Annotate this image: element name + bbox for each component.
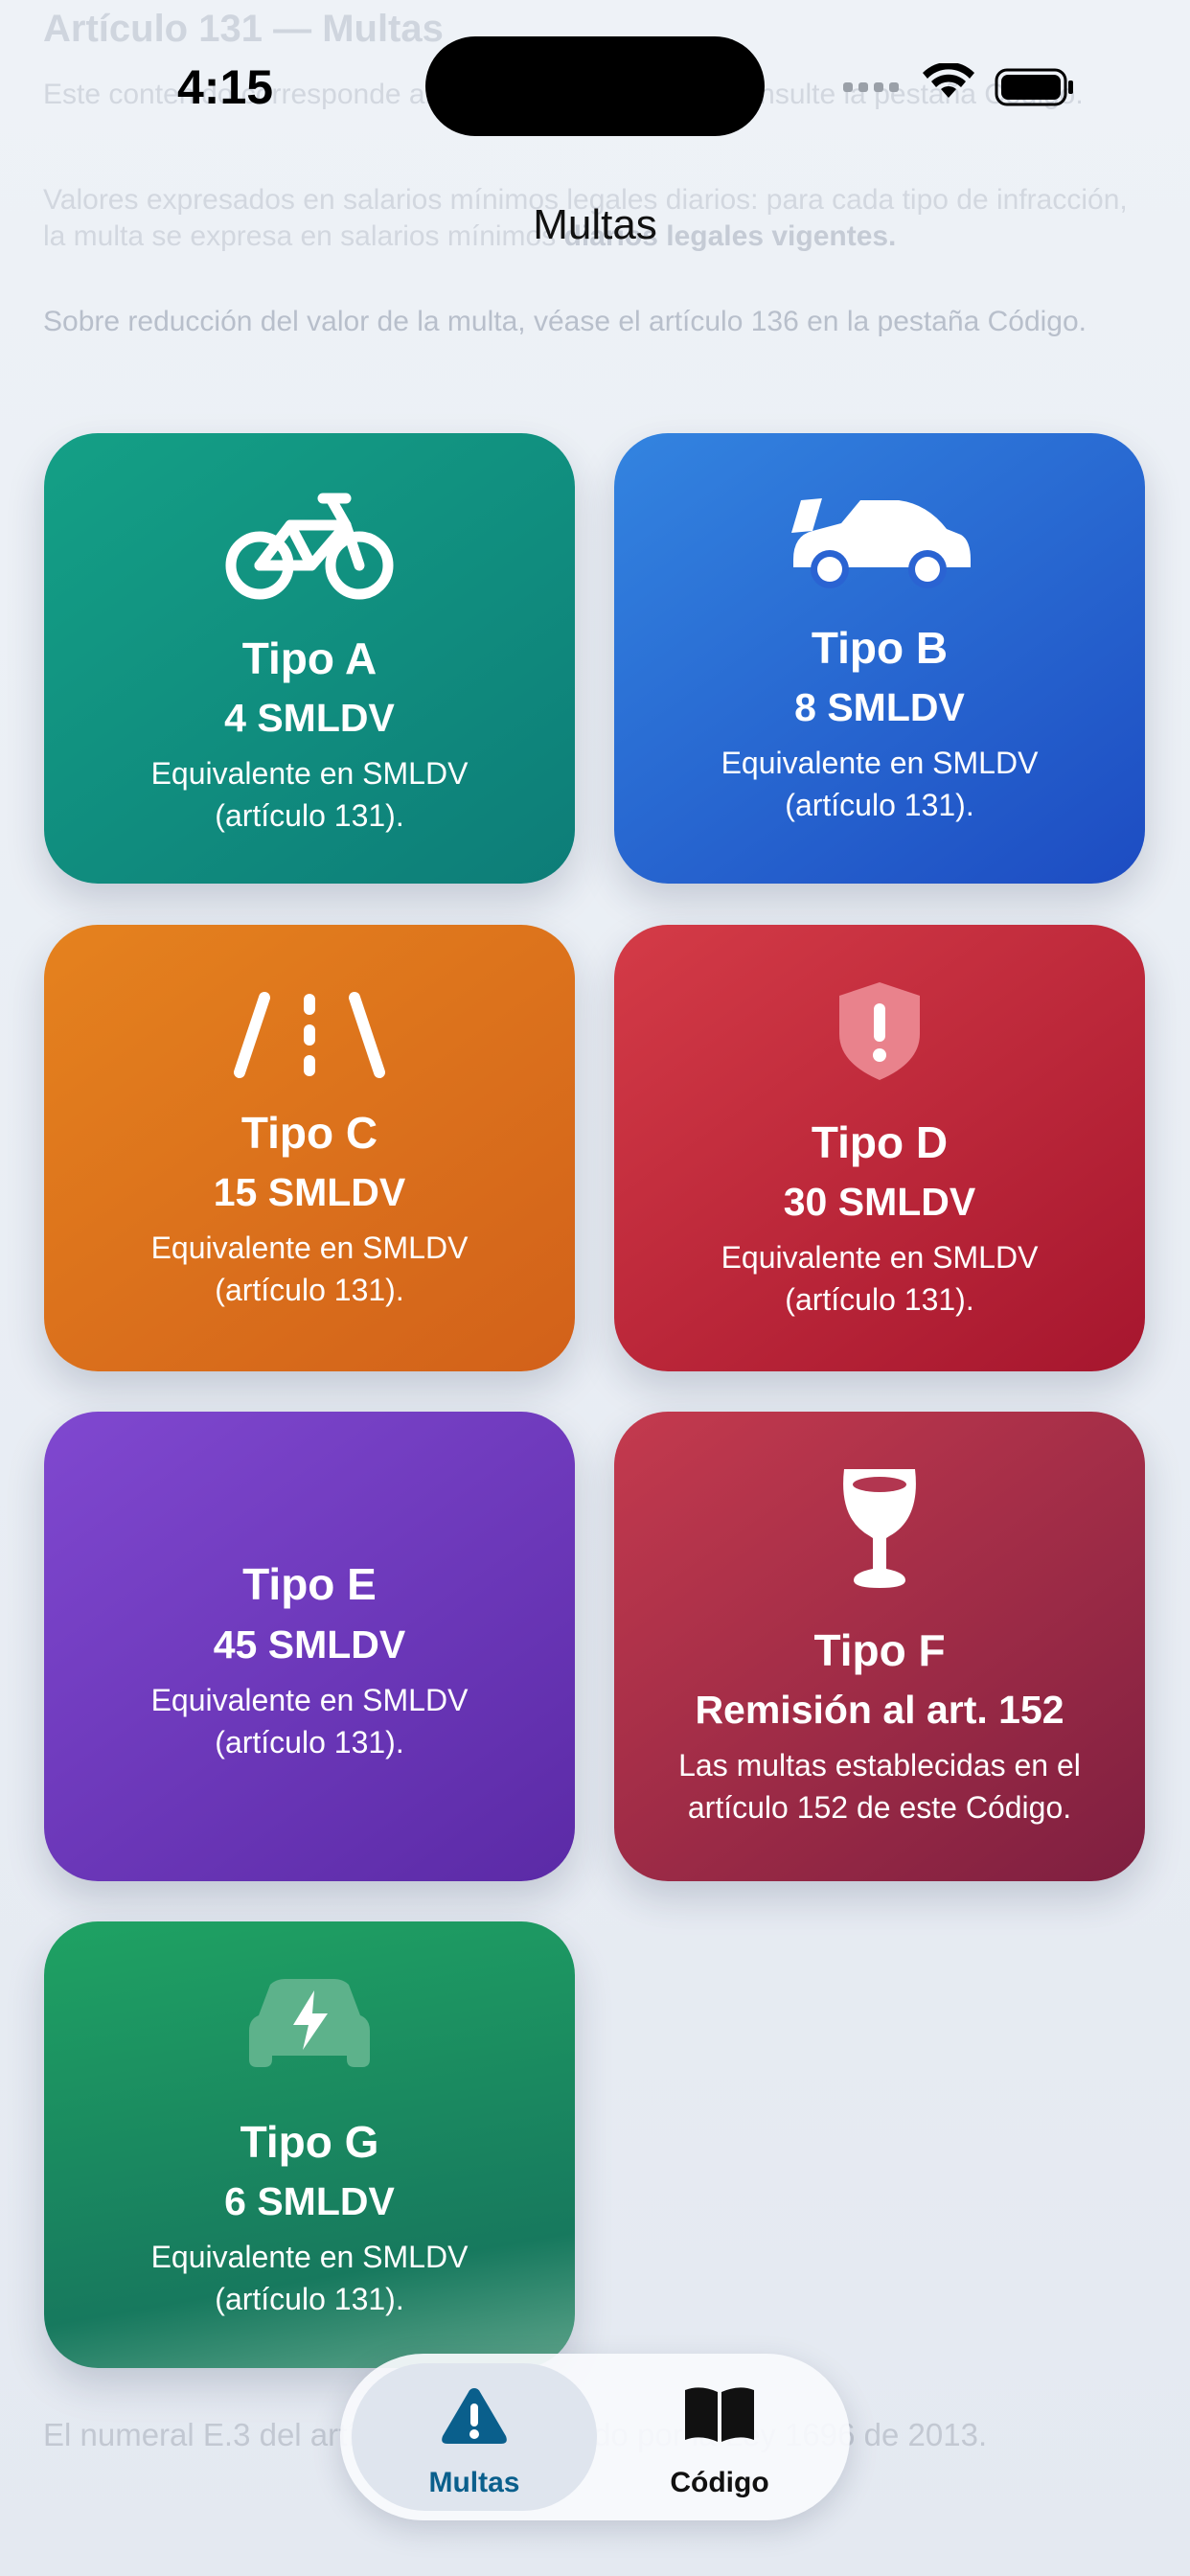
card-description-line-1: Equivalente en SMLDV [721, 746, 1039, 780]
car-open-trunk-icon [614, 493, 1145, 588]
card-description: Equivalente en SMLDV (artículo 131). [63, 2236, 556, 2320]
card-title: Tipo C [240, 1108, 378, 1158]
status-time: 4:15 [177, 60, 274, 114]
card-description-line-1: Equivalente en SMLDV [150, 756, 469, 791]
card-title: Tipo D [811, 1117, 949, 1167]
card-description-line-1: Equivalente en SMLDV [150, 1683, 469, 1717]
open-book-icon [601, 2384, 838, 2444]
screen: Artículo 131 — Multas Este contenido cor… [0, 0, 1190, 2576]
fine-card-tipo-b[interactable]: Tipo B 8 SMLDV Equivalente en SMLDV (art… [614, 433, 1145, 884]
fine-card-tipo-d[interactable]: Tipo D 30 SMLDV Equivalente en SMLDV (ar… [614, 925, 1145, 1371]
bicycle-icon [44, 489, 575, 604]
card-description-line-2: (artículo 131). [215, 798, 404, 833]
card-amount: 8 SMLDV [794, 685, 965, 729]
card-title: Tipo B [811, 623, 949, 673]
card-amount: 6 SMLDV [224, 2179, 395, 2223]
tab-codigo-label: Código [670, 2467, 769, 2498]
card-description: Equivalente en SMLDV (artículo 131). [63, 1227, 556, 1311]
card-description: Equivalente en SMLDV (artículo 131). [633, 742, 1126, 826]
page-title: Multas [533, 201, 657, 248]
card-description: Equivalente en SMLDV (artículo 131). [63, 752, 556, 837]
cellular-signal-icon [843, 82, 899, 92]
fine-card-tipo-c[interactable]: Tipo C 15 SMLDV Equivalente en SMLDV (ar… [44, 925, 575, 1371]
card-description-line-2: (artículo 131). [215, 1273, 404, 1307]
card-description-line-1: Equivalente en SMLDV [150, 1230, 469, 1265]
wifi-icon [923, 63, 974, 98]
fine-card-tipo-a[interactable]: Tipo A 4 SMLDV Equivalente en SMLDV (art… [44, 433, 575, 884]
battery-icon [995, 68, 1073, 106]
card-description: Equivalente en SMLDV (artículo 131). [63, 1679, 556, 1763]
wine-glass-icon [614, 1461, 1145, 1596]
tab-multas[interactable]: Multas [352, 2363, 597, 2511]
shield-exclamation-icon [614, 978, 1145, 1084]
card-title: Tipo E [242, 1559, 377, 1609]
electric-car-icon [44, 1977, 575, 2077]
card-title: Tipo F [813, 1625, 946, 1675]
status-icons [843, 63, 1073, 106]
card-description-line-1: Equivalente en SMLDV [150, 2240, 469, 2274]
card-title: Tipo G [240, 2117, 379, 2167]
card-amount: 30 SMLDV [783, 1180, 976, 1224]
fine-card-tipo-g[interactable]: Tipo G 6 SMLDV Equivalente en SMLDV (art… [44, 1921, 575, 2368]
card-description-line-2: artículo 152 de este Código. [687, 1790, 1072, 1825]
tab-codigo[interactable]: Código [601, 2363, 838, 2511]
background-heading: Artículo 131 — Multas [43, 8, 444, 50]
card-description-line-2: (artículo 131). [785, 788, 974, 822]
card-description: Equivalente en SMLDV (artículo 131). [633, 1236, 1126, 1321]
tab-multas-label: Multas [428, 2467, 520, 2498]
dynamic-island [425, 36, 765, 136]
card-amount: 15 SMLDV [213, 1170, 406, 1214]
fine-card-tipo-e[interactable]: Tipo E 45 SMLDV Equivalente en SMLDV (ar… [44, 1412, 575, 1881]
background-paragraph-3: Sobre reducción del valor de la multa, v… [43, 306, 1087, 337]
card-amount: 45 SMLDV [213, 1622, 406, 1667]
fine-card-tipo-f[interactable]: Tipo F Remisión al art. 152 Las multas e… [614, 1412, 1145, 1881]
card-description: Las multas establecidas en el artículo 1… [633, 1744, 1126, 1828]
tab-bar: Multas Código [340, 2354, 850, 2520]
card-description-line-2: (artículo 131). [785, 1282, 974, 1317]
card-description-line-1: Las multas establecidas en el [678, 1748, 1081, 1782]
card-description-line-2: (artículo 131). [215, 1725, 404, 1760]
card-description-line-2: (artículo 131). [215, 2282, 404, 2316]
card-description-line-1: Equivalente en SMLDV [721, 1240, 1039, 1275]
warning-triangle-icon [352, 2384, 597, 2446]
card-amount: 4 SMLDV [224, 696, 395, 740]
card-title: Tipo A [241, 633, 378, 683]
road-lanes-icon [44, 992, 575, 1078]
card-amount: Remisión al art. 152 [695, 1688, 1064, 1732]
